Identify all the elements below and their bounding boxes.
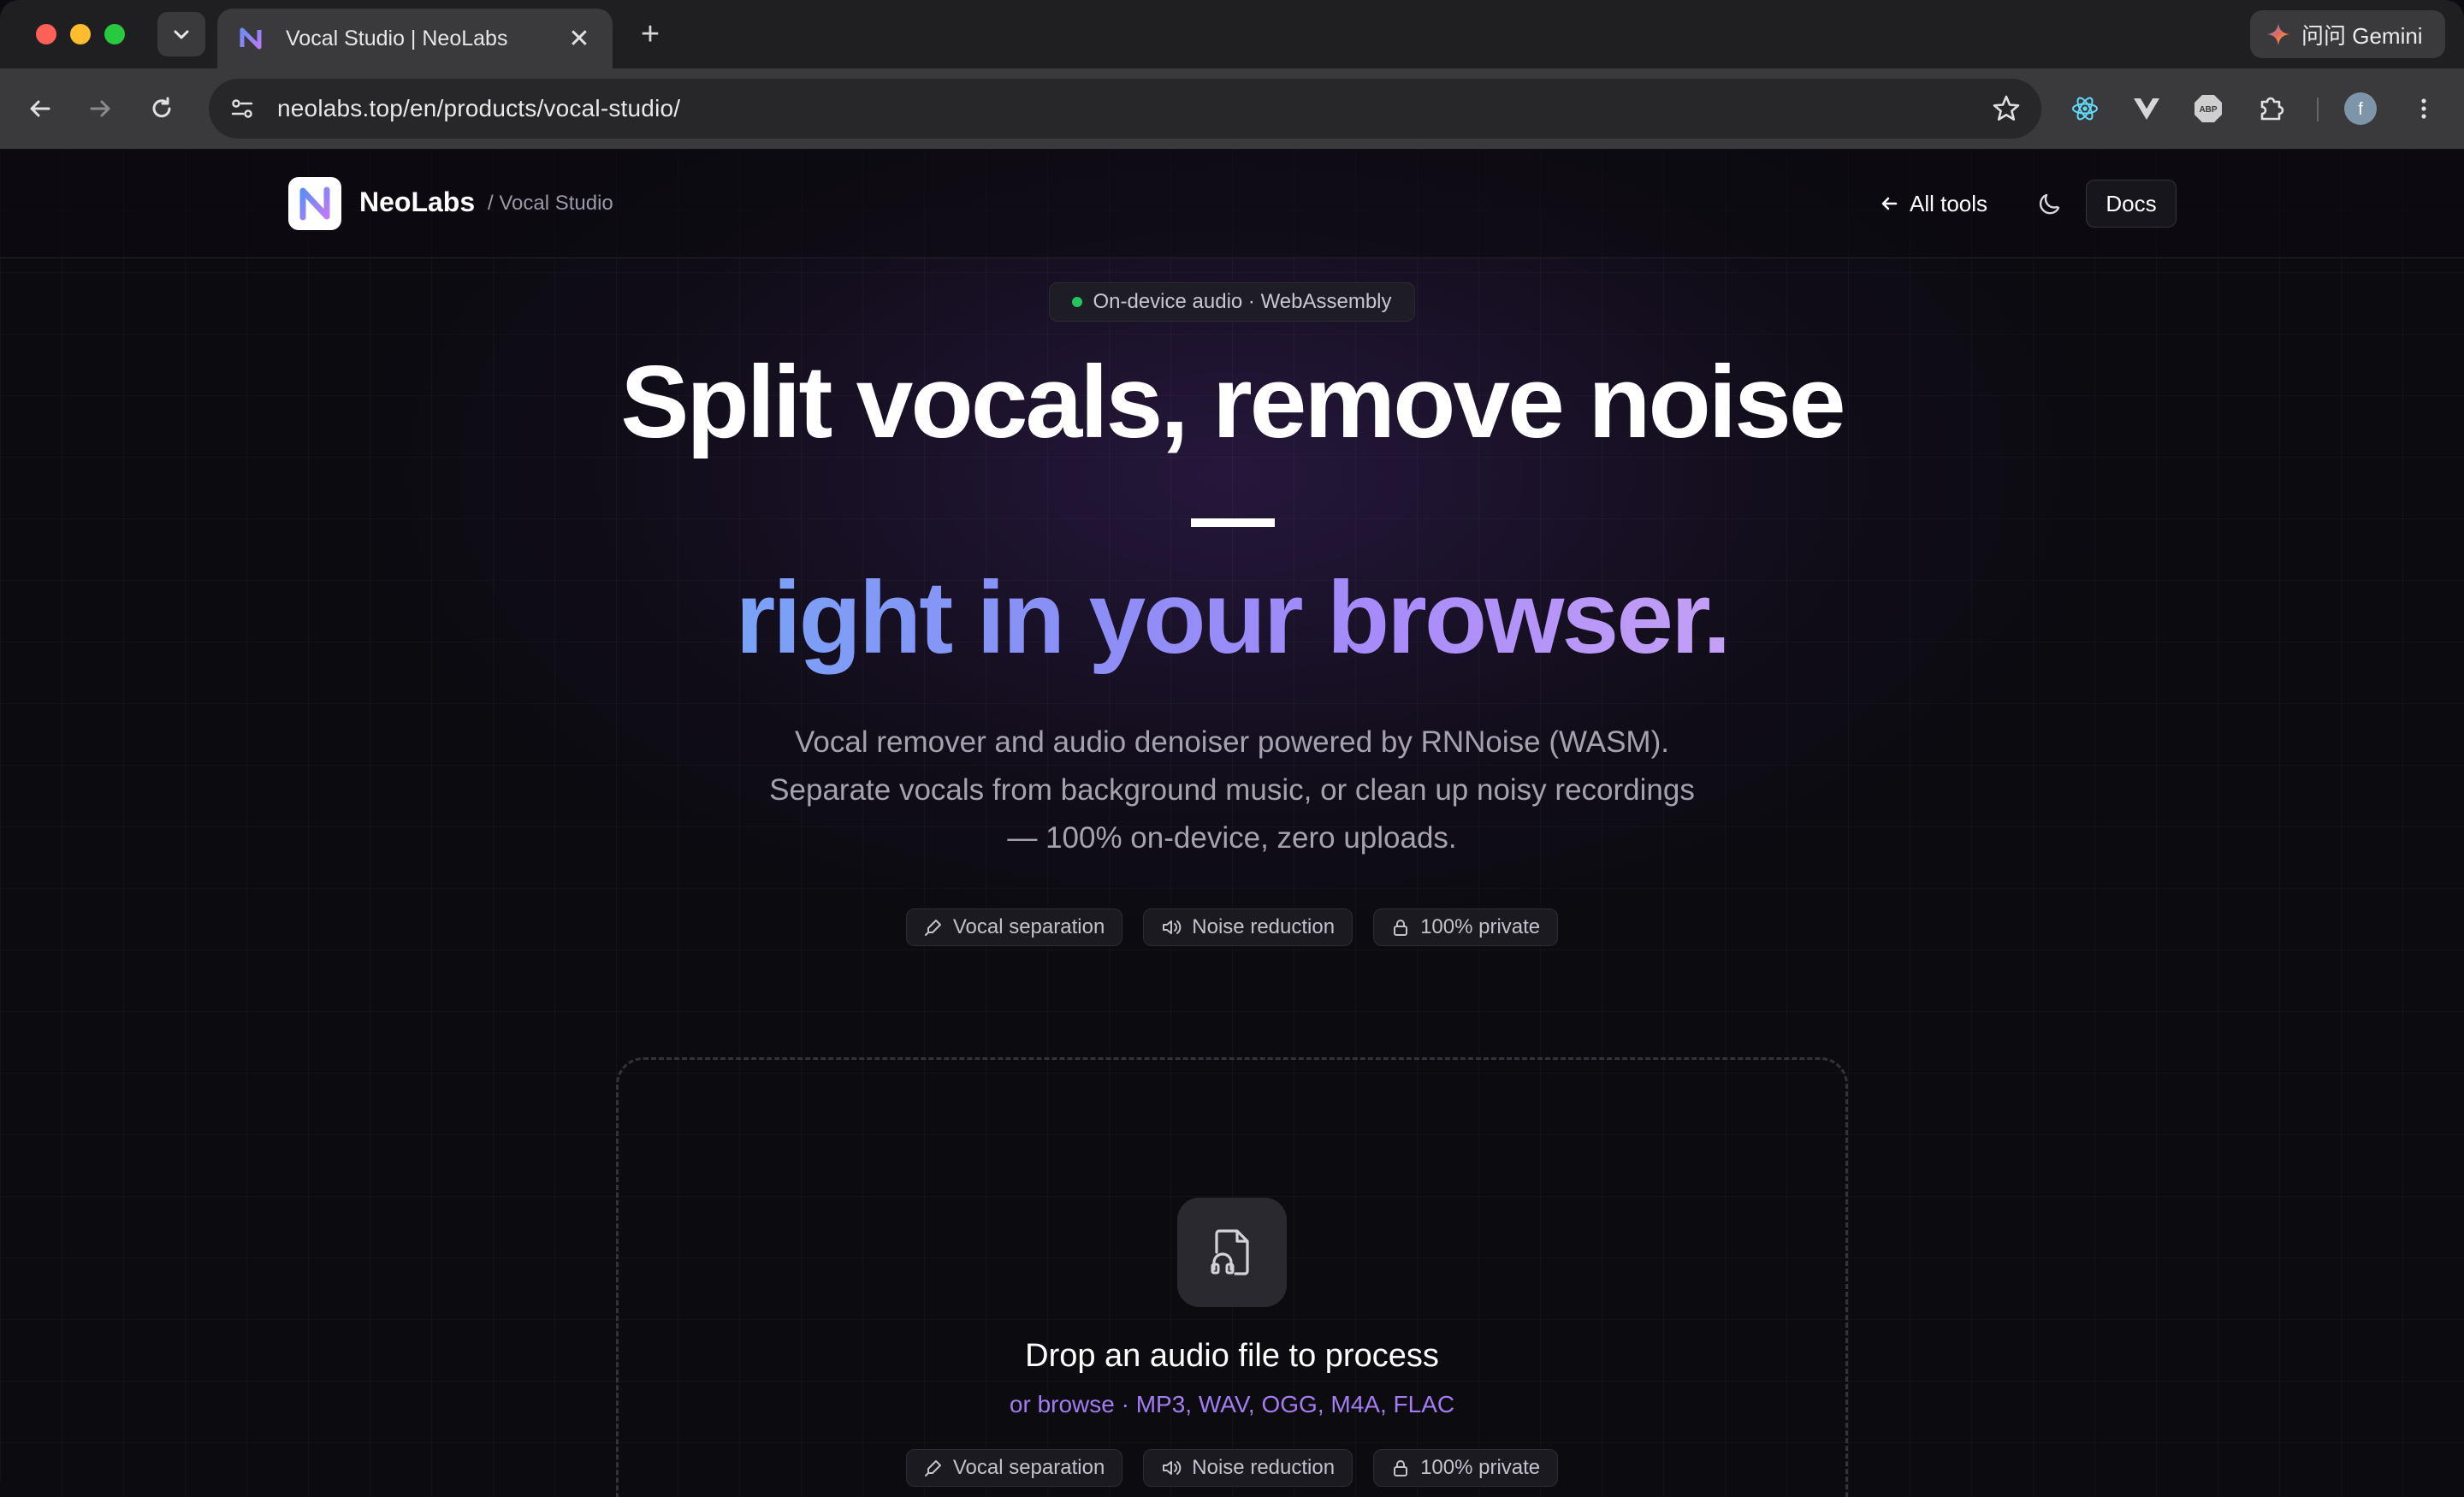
arrow-right-icon — [90, 100, 110, 117]
hero-feature-chips: Vocal separation Noise reduction 100% pr… — [0, 908, 2464, 946]
mic-icon — [924, 920, 941, 936]
react-icon — [2072, 97, 2098, 121]
speaker-icon — [1163, 1461, 1182, 1475]
browser-toolbar: neolabs.top/en/products/vocal-studio/ AB… — [0, 68, 2464, 149]
chip-label: 100% private — [1420, 1456, 1541, 1479]
vue-devtools-extension[interactable] — [2127, 89, 2166, 128]
status-dot — [1072, 297, 1083, 307]
tab-title: Vocal Studio | NeoLabs — [286, 26, 508, 50]
hero-title-line2: right in your browser. — [0, 561, 2464, 674]
moon-icon — [2039, 193, 2060, 215]
maximize-window-button[interactable] — [104, 24, 125, 44]
new-tab-button[interactable]: + — [630, 14, 671, 55]
hero-subtitle-line3: — 100% on-device, zero uploads. — [1007, 821, 1457, 855]
chip-label: 100% private — [1420, 915, 1541, 938]
tab-close-button[interactable]: ✕ — [566, 24, 592, 54]
toolbar-divider — [2317, 98, 2319, 121]
breadcrumb: / Vocal Studio — [488, 192, 613, 215]
arrow-left-icon — [30, 100, 50, 117]
page-content: NeoLabs / Vocal Studio All tools Docs On… — [0, 149, 2464, 1497]
hero-subtitle-line2: Separate vocals from background music, o… — [769, 773, 1695, 807]
all-tools-label: All tools — [1910, 190, 1988, 216]
adblock-extension[interactable]: ABP — [2189, 89, 2228, 128]
hero-title-line1: Split vocals, remove noise — [620, 345, 1845, 459]
chip-label: Vocal separation — [952, 1456, 1105, 1479]
tab-bar: Vocal Studio | NeoLabs ✕ + 问问 Gemini — [0, 0, 2464, 68]
svg-text:f: f — [2358, 100, 2363, 119]
dropzone-feature-chips: Vocal separation Noise reduction 100% pr… — [0, 1449, 2464, 1487]
minimize-window-button[interactable] — [70, 24, 91, 44]
chip-private: 100% private — [1373, 1449, 1559, 1487]
badge-label: On-device audio · WebAssembly — [1093, 290, 1392, 313]
reload-icon — [152, 97, 171, 118]
lock-icon — [1394, 920, 1408, 936]
speaker-icon — [1163, 920, 1182, 934]
theme-toggle-button[interactable] — [2033, 186, 2067, 221]
chip-vocal-separation: Vocal separation — [905, 908, 1123, 946]
mic-icon — [924, 1460, 941, 1476]
adblock-icon: ABP — [2194, 95, 2222, 122]
browser-menu-button[interactable] — [2404, 89, 2443, 128]
hero-title-gradient: right in your browser. — [735, 560, 1732, 675]
site-settings-icon[interactable] — [229, 96, 255, 121]
docs-button[interactable]: Docs — [2086, 180, 2177, 228]
forward-button[interactable] — [80, 89, 120, 128]
chip-private: 100% private — [1373, 908, 1559, 946]
vue-icon — [2134, 98, 2159, 120]
gemini-button[interactable]: 问问 Gemini — [2250, 10, 2445, 58]
chip-label: Vocal separation — [952, 915, 1105, 938]
arrow-left-icon — [1881, 197, 1898, 210]
avatar-icon: f — [2344, 92, 2377, 125]
neolabs-favicon-icon — [240, 27, 262, 50]
gemini-label: 问问 Gemini — [2301, 22, 2423, 49]
url-text[interactable]: neolabs.top/en/products/vocal-studio/ — [277, 95, 1992, 122]
lock-icon — [1394, 1460, 1408, 1476]
tab-search-button[interactable] — [157, 12, 205, 56]
neolabs-logo[interactable] — [288, 177, 341, 230]
reload-button[interactable] — [142, 89, 181, 128]
dropzone-title: Drop an audio file to process — [1025, 1338, 1439, 1374]
address-bar[interactable]: neolabs.top/en/products/vocal-studio/ — [209, 79, 2041, 139]
puzzle-icon — [2260, 97, 2284, 121]
browser-window: Vocal Studio | NeoLabs ✕ + 问问 Gemini neo… — [0, 0, 2464, 1497]
chevron-down-icon — [174, 30, 189, 39]
hero-title-dash — [1191, 518, 1275, 527]
profile-avatar[interactable]: f — [2341, 89, 2380, 128]
back-button[interactable] — [21, 89, 60, 128]
on-device-badge: On-device audio · WebAssembly — [1049, 282, 1415, 322]
brand-name[interactable]: NeoLabs — [359, 186, 475, 218]
file-audio-icon — [1211, 1229, 1249, 1275]
all-tools-link[interactable]: All tools — [1879, 186, 1987, 221]
hero-subtitle-line1: Vocal remover and audio denoiser powered… — [795, 725, 1669, 759]
gemini-sparkle-icon — [2267, 23, 2289, 45]
tab-vocal-studio[interactable]: Vocal Studio | NeoLabs ✕ — [217, 9, 613, 68]
site-header: NeoLabs / Vocal Studio All tools Docs — [0, 149, 2464, 258]
react-devtools-extension[interactable] — [2065, 89, 2105, 128]
chip-noise-reduction: Noise reduction — [1143, 1449, 1353, 1487]
bookmark-star-icon[interactable] — [1992, 94, 2021, 123]
chip-label: Noise reduction — [1192, 915, 1336, 938]
chip-noise-reduction: Noise reduction — [1143, 908, 1353, 946]
chip-label: Noise reduction — [1192, 1456, 1336, 1479]
svg-text:ABP: ABP — [2199, 105, 2217, 115]
audio-file-icon-box — [1177, 1198, 1287, 1307]
kebab-menu-icon — [2421, 98, 2426, 119]
close-window-button[interactable] — [36, 24, 56, 44]
neolabs-logo-icon — [299, 186, 330, 221]
browse-link[interactable]: or browse · MP3, WAV, OGG, M4A, FLAC — [0, 1391, 2464, 1418]
chip-vocal-separation: Vocal separation — [905, 1449, 1123, 1487]
extensions-button[interactable] — [2252, 89, 2291, 128]
